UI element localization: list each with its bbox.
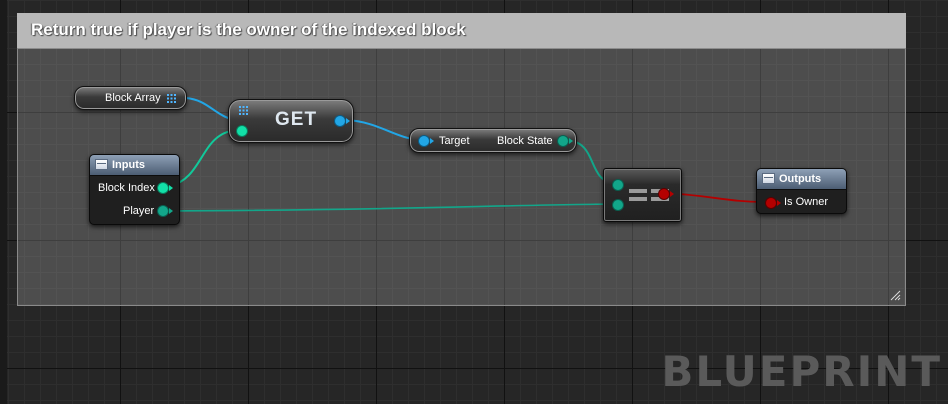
equal-input-b-pin[interactable] bbox=[613, 200, 623, 210]
outputs-node[interactable]: Outputs Is Owner bbox=[756, 168, 847, 214]
player-pin[interactable] bbox=[158, 206, 168, 216]
block-index-pin[interactable] bbox=[158, 183, 168, 193]
block-state-pin[interactable] bbox=[558, 136, 568, 146]
inputs-header[interactable]: Inputs bbox=[90, 155, 179, 176]
block-state-node[interactable]: Target Block State bbox=[409, 128, 577, 153]
array-grid-icon bbox=[167, 94, 176, 103]
function-return-icon bbox=[762, 173, 775, 184]
comment-header[interactable]: Return true if player is the owner of th… bbox=[17, 13, 906, 49]
target-arrow-icon bbox=[430, 138, 434, 144]
is-owner-pin[interactable] bbox=[766, 198, 776, 208]
target-pin[interactable] bbox=[419, 136, 429, 146]
function-entry-icon bbox=[95, 159, 108, 170]
outputs-header[interactable]: Outputs bbox=[757, 169, 846, 190]
block-state-label: Block State bbox=[497, 135, 553, 147]
equal-node[interactable]: == bbox=[603, 168, 682, 222]
block-state-arrow-icon bbox=[569, 138, 573, 144]
block-array-node[interactable]: Block Array bbox=[74, 86, 187, 110]
graph-left-edge bbox=[0, 0, 7, 404]
is-owner-arrow-icon bbox=[777, 200, 781, 206]
equal-output-pin[interactable] bbox=[659, 189, 669, 199]
get-label: GET bbox=[275, 109, 318, 130]
block-index-arrow-icon bbox=[169, 185, 173, 191]
get-node[interactable]: GET bbox=[228, 99, 354, 143]
player-arrow-icon bbox=[169, 208, 173, 214]
resize-grip-icon[interactable] bbox=[889, 289, 901, 301]
equal-symbol-icon bbox=[629, 197, 647, 201]
get-output-arrow-icon bbox=[346, 118, 350, 124]
inputs-title: Inputs bbox=[112, 159, 145, 171]
outputs-title: Outputs bbox=[779, 173, 822, 185]
target-label: Target bbox=[439, 135, 470, 147]
blueprint-watermark: BLUEPRINT bbox=[661, 347, 942, 396]
equal-symbol-icon bbox=[629, 189, 647, 193]
get-output-pin[interactable] bbox=[335, 116, 345, 126]
block-array-label: Block Array bbox=[105, 92, 161, 104]
get-index-pin[interactable] bbox=[237, 126, 247, 136]
block-index-label: Block Index bbox=[98, 182, 155, 194]
inputs-node[interactable]: Inputs Block Index Player bbox=[89, 154, 180, 225]
equal-input-a-pin[interactable] bbox=[613, 180, 623, 190]
is-owner-label: Is Owner bbox=[784, 196, 829, 208]
equal-output-arrow-icon bbox=[670, 191, 674, 197]
player-label: Player bbox=[123, 205, 155, 217]
comment-title: Return true if player is the owner of th… bbox=[31, 20, 466, 39]
array-grid-icon bbox=[239, 106, 248, 115]
